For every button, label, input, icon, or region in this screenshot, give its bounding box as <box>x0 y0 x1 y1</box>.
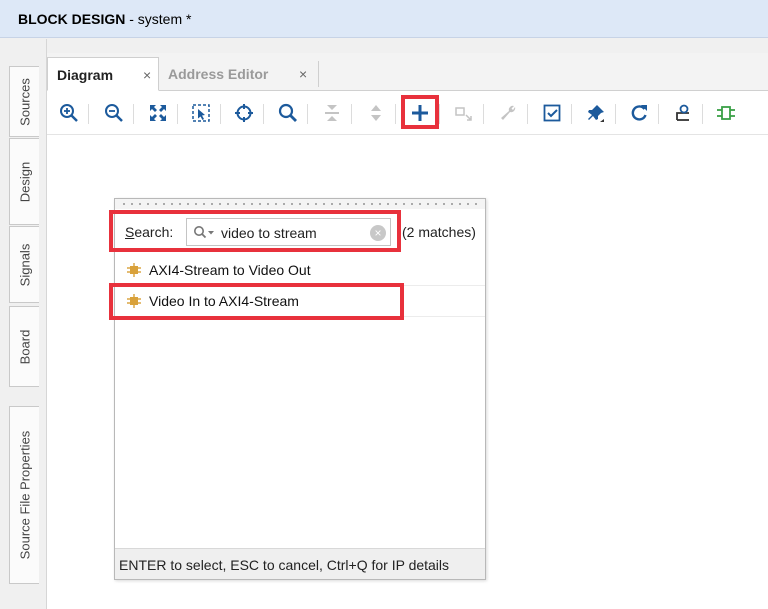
make-external-icon <box>452 101 476 125</box>
match-count: (2 matches) <box>402 224 476 240</box>
toolbar-separator <box>527 104 528 124</box>
toolbar-separator <box>133 104 134 124</box>
toolbar-separator <box>658 104 659 124</box>
zoom-in-icon[interactable] <box>57 101 81 125</box>
window-title: BLOCK DESIGN - system * <box>18 11 192 27</box>
toolbar-separator <box>483 104 484 124</box>
add-ip-popup: Search: video to stream × (2 matches) AX… <box>114 198 486 580</box>
center-icon[interactable] <box>232 101 256 125</box>
collapse-icon <box>320 101 344 125</box>
side-tab-design[interactable]: Design <box>9 138 39 225</box>
toolbar-separator <box>702 104 703 124</box>
toolbar-separator <box>395 104 396 124</box>
side-tab-strip: Sources Design Signals Board Source File… <box>0 39 47 609</box>
regenerate-layout-icon[interactable] <box>671 101 695 125</box>
side-tab-sources[interactable]: Sources <box>9 66 39 137</box>
search-icon[interactable] <box>276 101 300 125</box>
validate-icon[interactable] <box>540 101 564 125</box>
highlight-search <box>109 210 401 252</box>
popup-footer-hint: ENTER to select, ESC to cancel, Ctrl+Q f… <box>115 548 485 579</box>
tab-bar: Diagram × Address Editor × <box>47 53 768 91</box>
close-icon[interactable]: × <box>299 66 307 82</box>
side-tab-source-file-properties[interactable]: Source File Properties <box>9 406 39 584</box>
toolbar-separator <box>263 104 264 124</box>
side-tab-signals[interactable]: Signals <box>9 226 39 303</box>
tab-address-editor[interactable]: Address Editor × <box>159 57 319 91</box>
highlight-add-ip <box>401 95 439 129</box>
toolbar-separator <box>307 104 308 124</box>
zoom-fit-icon[interactable] <box>146 101 170 125</box>
toolbar-separator <box>439 104 440 124</box>
tab-diagram[interactable]: Diagram × <box>47 57 159 91</box>
toolbar-separator <box>177 104 178 124</box>
toolbar-separator <box>88 104 89 124</box>
create-port-icon[interactable] <box>714 101 738 125</box>
toolbar-separator <box>220 104 221 124</box>
wrench-icon <box>496 101 520 125</box>
close-icon[interactable]: × <box>143 67 151 83</box>
pin-icon[interactable] <box>584 101 608 125</box>
ip-block-icon <box>127 263 141 277</box>
refresh-icon[interactable] <box>627 101 651 125</box>
toolbar-separator <box>351 104 352 124</box>
side-tab-board[interactable]: Board <box>9 306 39 387</box>
title-bar: BLOCK DESIGN - system * <box>0 0 768 38</box>
highlight-result <box>109 283 404 320</box>
popup-grip[interactable] <box>115 199 485 209</box>
toolbar-separator <box>615 104 616 124</box>
zoom-selection-icon[interactable] <box>189 101 213 125</box>
ip-result-item[interactable]: AXI4-Stream to Video Out <box>115 255 485 286</box>
toolbar-separator <box>571 104 572 124</box>
zoom-out-icon[interactable] <box>102 101 126 125</box>
tab-divider <box>318 61 319 87</box>
expand-icon <box>364 101 388 125</box>
